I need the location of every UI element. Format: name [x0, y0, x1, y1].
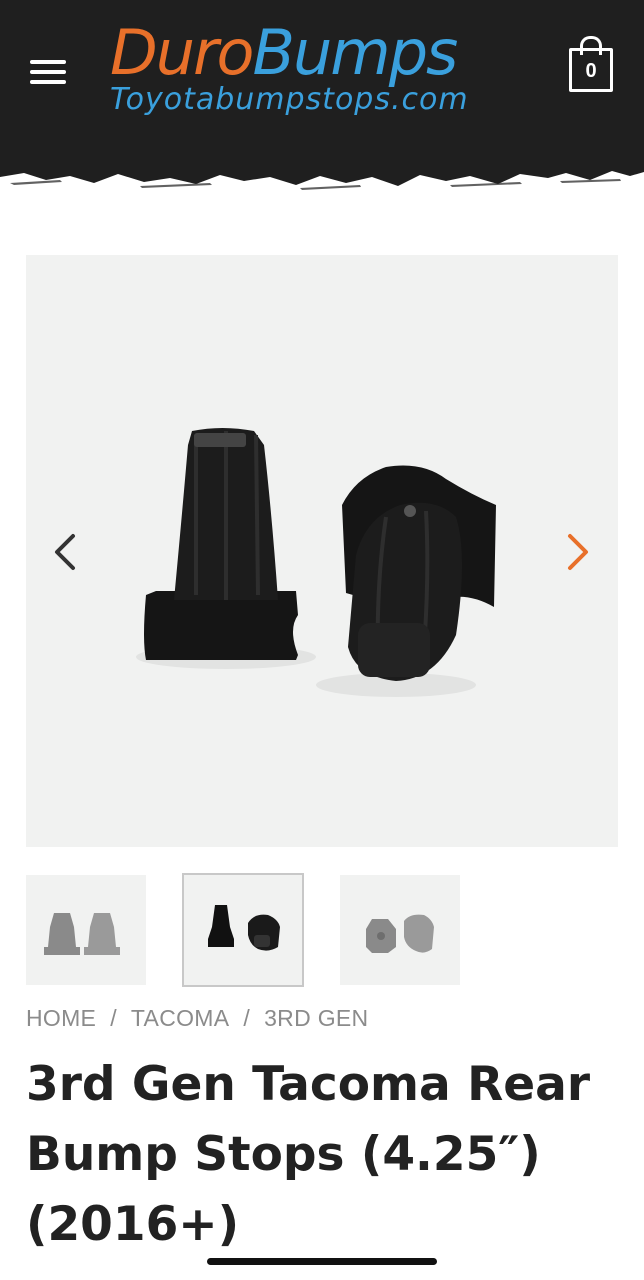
logo-word-duro: Duro: [110, 16, 254, 89]
logo-wordmark: DuroBumps: [110, 16, 458, 89]
product-title: 3rd Gen Tacoma Rear Bump Stops (4.25″) (…: [26, 1057, 591, 1252]
cart-button[interactable]: 0: [569, 36, 619, 96]
cart-count: 0: [585, 60, 597, 82]
breadcrumb-tacoma[interactable]: TACOMA: [131, 1005, 229, 1031]
site-header: DuroBumps Toyotabumpstops.com 0: [0, 0, 644, 160]
chevron-left-icon[interactable]: [45, 530, 85, 574]
home-indicator[interactable]: [207, 1258, 437, 1265]
chevron-right-icon[interactable]: [558, 530, 598, 574]
torn-edge-divider: [0, 150, 644, 190]
logo-word-bumps: Bumps: [252, 16, 458, 89]
logo-subtitle: Toyotabumpstops.com: [110, 82, 469, 117]
breadcrumb-separator: /: [243, 1005, 251, 1031]
product-image-gallery[interactable]: [26, 255, 618, 847]
main-product-image: [136, 428, 496, 697]
hamburger-menu-icon[interactable]: [30, 58, 66, 86]
breadcrumb: HOME / TACOMA / 3RD GEN: [26, 1005, 368, 1032]
thumbnail-gray-bump-stops-upright[interactable]: [26, 875, 146, 985]
breadcrumb-home[interactable]: HOME: [26, 1005, 96, 1031]
breadcrumb-separator: /: [110, 1005, 117, 1031]
thumbnail-gray-bump-stops-side[interactable]: [340, 875, 460, 985]
site-logo[interactable]: DuroBumps Toyotabumpstops.com: [108, 18, 538, 128]
thumbnail-black-bump-stops[interactable]: [182, 873, 304, 987]
breadcrumb-3rd-gen[interactable]: 3RD GEN: [264, 1005, 368, 1031]
